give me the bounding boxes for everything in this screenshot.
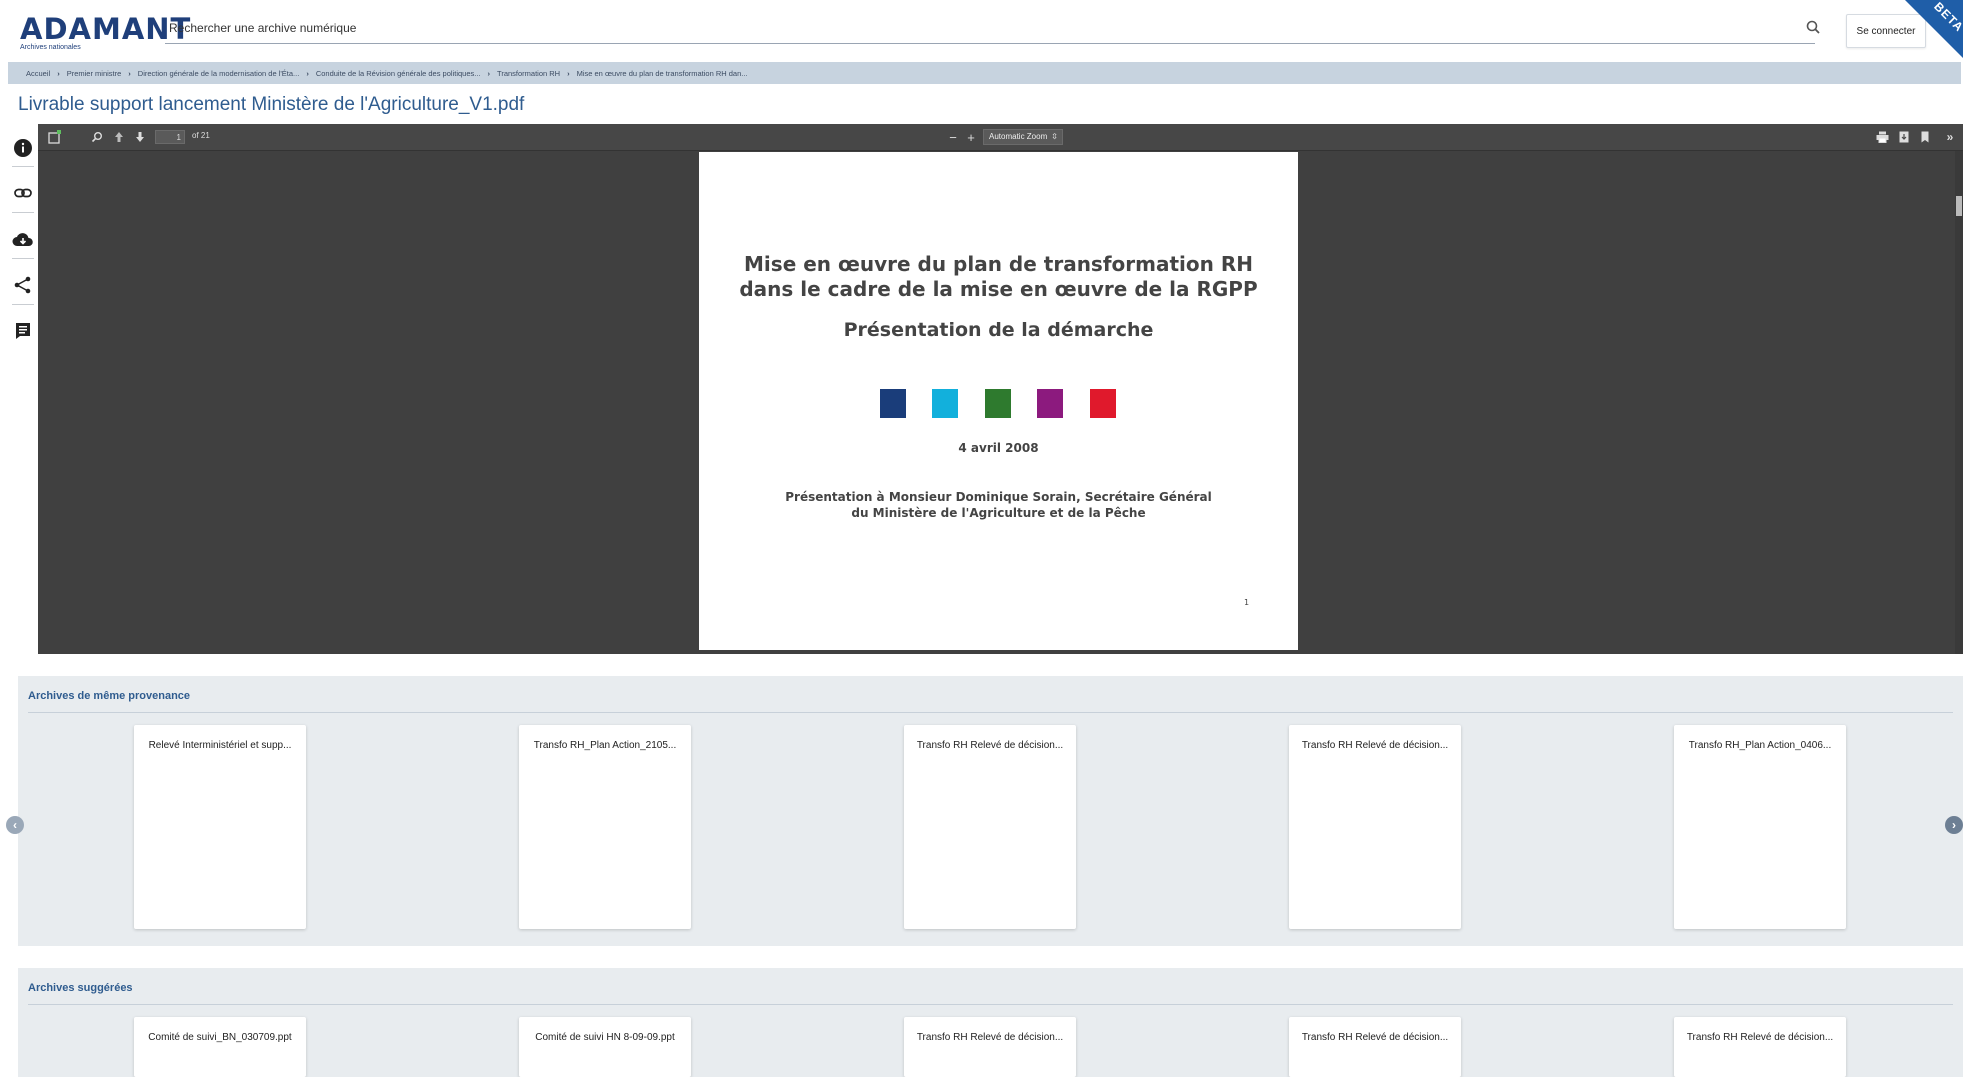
archive-card-title: Comité de suivi HN 8-09-09.ppt [535,1032,675,1043]
chevron-right-icon: › [57,68,60,78]
bookmark-icon[interactable] [1918,129,1932,145]
archive-card[interactable]: Transfo RH Relevé de décision... [1289,1017,1461,1077]
tools-chevron-icon[interactable]: » [1943,129,1957,145]
page-total-label: of 21 [192,131,210,140]
page-number-input[interactable]: 1 [155,130,185,144]
pdf-page: Mise en œuvre du plan de transformation … [699,152,1298,650]
logo-text: ADAMANT [20,12,192,46]
previous-page-icon[interactable] [112,129,126,145]
color-square-navy [880,389,906,418]
zoom-in-button[interactable]: + [964,129,978,145]
archive-card[interactable]: Transfo RH Relevé de décision... [1674,1017,1846,1077]
carousel-prev-icon[interactable]: ‹ [6,816,24,834]
pdf-scrollbar[interactable] [1955,151,1963,654]
archive-card-title: Transfo RH Relevé de décision... [1301,1032,1449,1043]
archive-card[interactable]: Transfo RH Relevé de décision... [1289,725,1461,929]
pdf-page-number: 1 [1244,598,1250,607]
section-title: Archives suggérées [28,982,133,994]
pdf-scrollbar-thumb[interactable] [1956,196,1962,216]
color-square-green [985,389,1011,418]
search-input[interactable] [165,14,1815,42]
divider [28,1004,1953,1005]
page-title: Livrable support lancement Ministère de … [18,94,525,115]
archive-card-title: Transfo RH_Plan Action_2105... [533,740,677,751]
divider [12,212,34,213]
archive-card-title: Comité de suivi_BN_030709.ppt [148,1032,292,1043]
section-title: Archives de même provenance [28,690,191,702]
archive-card-title: Transfo RH Relevé de décision... [1301,740,1449,751]
breadcrumb-item[interactable]: Transformation RH [497,69,560,78]
archive-card[interactable]: Transfo RH_Plan Action_2105... [519,725,691,929]
archive-card[interactable]: Relevé Interministériel et supp... [134,725,306,929]
pdf-toolbar: 1 of 21 − + Automatic Zoom ⇳ » [38,124,1963,151]
breadcrumb: Accueil › Premier ministre › Direction g… [8,62,1961,84]
archive-card-title: Transfo RH Relevé de décision... [1686,1032,1834,1043]
pdf-page-presentation: Présentation à Monsieur Dominique Sorain… [699,489,1298,521]
breadcrumb-item[interactable]: Conduite de la Révision générale des pol… [316,69,481,78]
divider [12,304,34,305]
breadcrumb-item-home[interactable]: Accueil [26,69,50,78]
side-toolbar [8,124,38,654]
cloud-download-icon[interactable] [11,228,35,252]
next-page-icon[interactable] [133,129,147,145]
pdf-page-presentation-line1: Présentation à Monsieur Dominique Sorain… [785,490,1212,504]
logo-subtext: Archives nationales [20,44,81,51]
archive-card[interactable]: Transfo RH_Plan Action_0406... [1674,725,1846,929]
archive-card[interactable]: Comité de suivi_BN_030709.ppt [134,1017,306,1077]
pdf-page-title: Mise en œuvre du plan de transformation … [699,252,1298,302]
pdf-page-date: 4 avril 2008 [958,441,1039,455]
pdf-page-presentation-line2: du Ministère de l'Agriculture et de la P… [851,506,1146,520]
comment-icon[interactable] [11,319,35,343]
info-icon[interactable] [11,136,35,160]
archive-card-title: Relevé Interministériel et supp... [148,740,292,751]
archive-card-title: Transfo RH Relevé de décision... [916,740,1064,751]
breadcrumb-item-current: Mise en œuvre du plan de transformation … [576,68,748,78]
color-square-purple [1037,389,1063,418]
zoom-select-value: Automatic Zoom [989,132,1048,141]
download-icon[interactable] [1896,129,1912,145]
divider [12,166,34,167]
zoom-select[interactable]: Automatic Zoom ⇳ [983,129,1063,145]
pdf-page-subtitle: Présentation de la démarche [843,319,1154,341]
breadcrumb-item[interactable]: Premier ministre [67,69,122,78]
divider [28,712,1953,713]
pdf-viewer[interactable]: 1 of 21 − + Automatic Zoom ⇳ » Mise en œ… [38,124,1963,654]
archive-card[interactable]: Transfo RH Relevé de décision... [904,1017,1076,1077]
chevron-right-icon: › [128,68,131,78]
sidebar-toggle-icon[interactable] [47,129,63,145]
color-square-cyan [932,389,958,418]
share-icon[interactable] [11,273,35,297]
search-bar [165,14,1815,44]
find-icon[interactable] [90,129,104,145]
archive-card[interactable]: Comité de suivi HN 8-09-09.ppt [519,1017,691,1077]
color-square-red [1090,389,1116,418]
carousel-next-icon[interactable]: › [1945,816,1963,834]
pdf-page-title-line2: dans le cadre de la mise en œuvre de la … [739,277,1258,301]
chevron-right-icon: › [567,68,570,78]
search-icon[interactable] [1802,16,1826,40]
print-icon[interactable] [1874,129,1890,145]
select-arrows-icon: ⇳ [1051,132,1058,141]
header: ADAMANT Archives nationales Se connecter… [0,0,1963,60]
adamant-logo[interactable]: ADAMANT Archives nationales [20,12,192,51]
archive-card-title: Transfo RH Relevé de décision... [916,1032,1064,1043]
pdf-page-title-line1: Mise en œuvre du plan de transformation … [744,252,1253,276]
suggested-section: Archives suggérées Comité de suivi_BN_03… [18,968,1963,1077]
zoom-out-button[interactable]: − [946,129,960,145]
same-provenance-section: Archives de même provenance Relevé Inter… [18,676,1963,946]
divider [12,258,34,259]
archive-card[interactable]: Transfo RH Relevé de décision... [904,725,1076,929]
archive-card-title: Transfo RH_Plan Action_0406... [1688,740,1832,751]
breadcrumb-item[interactable]: Direction générale de la modernisation d… [138,69,300,78]
chevron-right-icon: › [487,68,491,78]
link-icon[interactable] [11,181,35,205]
chevron-right-icon: › [306,68,309,78]
